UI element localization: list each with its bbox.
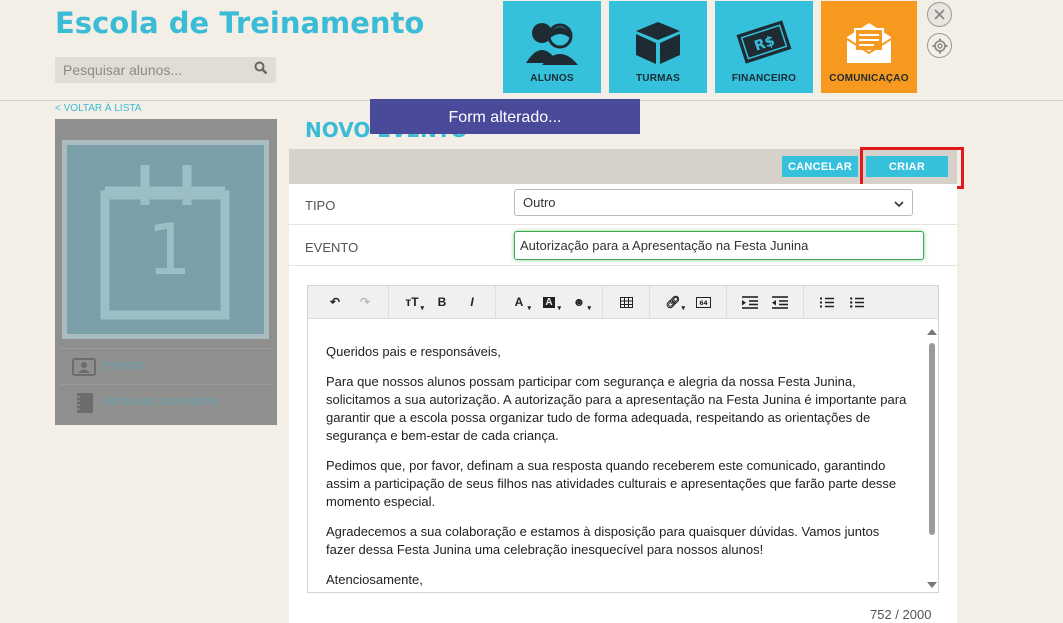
- editor-paragraph: Pedimos que, por favor, definam a sua re…: [326, 458, 897, 509]
- rich-text-editor: ↶ ↷ тT ▾ B I A ▾ A ▾ ☻ ▾ 🔗︎ ▾ 64 Querido…: [307, 285, 939, 593]
- nav-turmas[interactable]: TURMAS: [609, 1, 707, 93]
- nav-alunos[interactable]: ALUNOS: [503, 1, 601, 93]
- code-icon[interactable]: 64: [688, 290, 718, 314]
- students-icon: [526, 23, 578, 65]
- nav-financeiro[interactable]: R$ FINANCEIRO: [715, 1, 813, 93]
- indent-icon[interactable]: [735, 290, 765, 314]
- evento-input[interactable]: Autorização para a Apresentação na Festa…: [514, 231, 924, 260]
- scroll-up-icon[interactable]: [927, 329, 937, 335]
- italic-icon[interactable]: I: [457, 290, 487, 314]
- redo-icon[interactable]: ↷: [350, 290, 380, 314]
- money-icon: R$: [736, 20, 792, 64]
- editor-paragraph: Atenciosamente,: [326, 572, 423, 587]
- gear-icon[interactable]: [927, 33, 952, 58]
- evento-row: EVENTO Autorização para a Apresentação n…: [289, 225, 957, 266]
- sidebar-item-evento[interactable]: EVENTO: [60, 348, 272, 384]
- editor-paragraph: Queridos pais e responsáveis,: [326, 344, 501, 359]
- editor-toolbar: ↶ ↷ тT ▾ B I A ▾ A ▾ ☻ ▾ 🔗︎ ▾ 64: [308, 285, 938, 319]
- id-card-icon: [72, 357, 96, 376]
- envelope-icon: [846, 23, 892, 63]
- tipo-row: TIPO Outro: [289, 184, 957, 225]
- outdent-icon[interactable]: [765, 290, 795, 314]
- link-icon[interactable]: 🔗︎ ▾: [658, 290, 688, 314]
- chevron-down-icon: [894, 197, 904, 212]
- sidebar-item-label: EVENTO: [104, 361, 145, 372]
- text-color-icon[interactable]: A ▾: [504, 290, 534, 314]
- app-title: Escola de Treinamento: [55, 6, 425, 40]
- main-nav: ALUNOS TURMAS R$ FINANCEIRO COMUNICAÇAO: [503, 1, 917, 93]
- character-counter: 752 / 2000: [870, 607, 932, 622]
- smiley-icon[interactable]: ☻ ▾: [564, 290, 594, 314]
- editor-paragraph: Agradecemos a sua colaboração e estamos …: [326, 524, 880, 557]
- search-input[interactable]: [55, 57, 245, 83]
- search-icon[interactable]: [254, 61, 268, 80]
- scrollbar-thumb[interactable]: [929, 343, 935, 535]
- nav-comunicacao[interactable]: COMUNICAÇAO: [821, 1, 917, 93]
- tipo-label: TIPO: [305, 198, 336, 213]
- table-icon[interactable]: [611, 290, 641, 314]
- editor-paragraph: Para que nossos alunos possam participar…: [326, 374, 907, 443]
- svg-text:64: 64: [699, 300, 707, 307]
- editor-content[interactable]: Queridos pais e responsáveis, Para que n…: [308, 320, 926, 592]
- bullet-list-icon[interactable]: [842, 290, 872, 314]
- toast-message: Form alterado...: [370, 99, 640, 134]
- scroll-down-icon[interactable]: [927, 582, 937, 588]
- highlight-box: [860, 147, 964, 189]
- tipo-select[interactable]: Outro: [514, 189, 913, 216]
- close-icon[interactable]: [927, 2, 952, 27]
- undo-icon[interactable]: ↶: [320, 290, 350, 314]
- evento-label: EVENTO: [305, 240, 359, 255]
- sidebar-item-detalhes[interactable]: DETALHES DO EVENTO: [60, 384, 272, 420]
- bold-icon[interactable]: B: [427, 290, 457, 314]
- font-size-icon[interactable]: тT ▾: [397, 290, 427, 314]
- sidebar-item-label: DETALHES DO EVENTO: [104, 397, 219, 408]
- numbered-list-icon[interactable]: [812, 290, 842, 314]
- search-box[interactable]: [55, 57, 276, 83]
- background-color-icon[interactable]: A ▾: [534, 290, 564, 314]
- cancel-button[interactable]: CANCELAR: [782, 156, 858, 177]
- nav-turmas-label: TURMAS: [636, 73, 680, 84]
- event-side-card: 1 EVENTO DETALHES DO EVENTO: [55, 119, 277, 425]
- nav-financeiro-label: FINANCEIRO: [731, 73, 797, 84]
- box-icon: [636, 22, 680, 64]
- nav-alunos-label: ALUNOS: [530, 73, 574, 84]
- editor-scrollbar[interactable]: [927, 326, 937, 588]
- tipo-value: Outro: [523, 195, 556, 210]
- nav-comunicacao-label: COMUNICAÇAO: [829, 73, 909, 84]
- back-to-list-link[interactable]: < VOLTAR À LISTA: [55, 103, 141, 114]
- notebook-icon: [75, 392, 93, 413]
- calendar-number: 1: [147, 209, 192, 291]
